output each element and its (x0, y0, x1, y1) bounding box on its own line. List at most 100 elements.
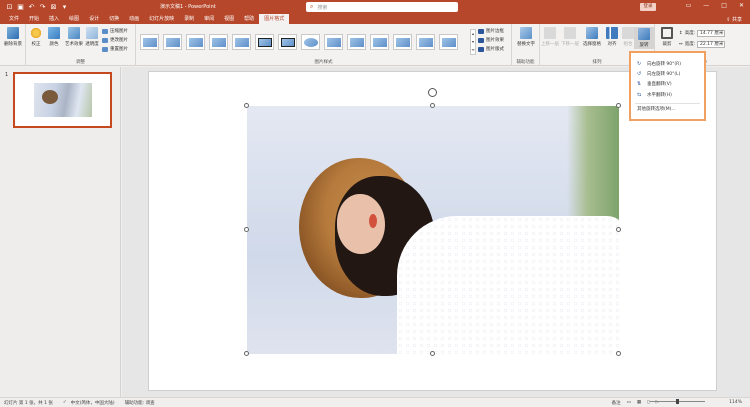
zoom-slider-thumb[interactable] (676, 399, 679, 404)
picture-style-preview (441, 37, 456, 47)
resize-handle-left[interactable] (244, 227, 249, 232)
remove-background-button[interactable]: 删除背景 (3, 27, 23, 47)
tab-7[interactable]: 幻灯片放映 (144, 14, 179, 24)
tab-6[interactable]: 动画 (124, 14, 144, 24)
send-backward-icon (564, 27, 576, 39)
resize-handle-top-right[interactable] (616, 103, 621, 108)
slide-thumbnail[interactable] (13, 72, 112, 128)
picture-border-button[interactable]: 图片边框 (478, 28, 504, 34)
selected-picture[interactable] (247, 106, 619, 354)
picture-style-preview (349, 37, 364, 47)
resize-handle-top-left[interactable] (244, 103, 249, 108)
color-button[interactable]: 颜色 (44, 27, 64, 47)
picture-style-12[interactable] (393, 34, 412, 50)
customize-toolbar-icon[interactable]: ▾ (61, 3, 68, 11)
resize-handle-bottom-left[interactable] (244, 351, 249, 356)
save-icon[interactable]: ▣ (17, 3, 24, 11)
more-rotation-options-label: 其他旋转选项(M)... (637, 107, 676, 112)
tab-0[interactable]: 文件 (4, 14, 24, 24)
remove-background-label: 删除背景 (4, 42, 22, 47)
tab-4[interactable]: 设计 (84, 14, 104, 24)
rotate-left-90-item[interactable]: ↺ 向左旋转 90°(L) (637, 71, 680, 77)
compress-pictures-button[interactable]: 压缩图片 (102, 28, 128, 34)
selection-pane-button[interactable]: 选择窗格 (580, 27, 604, 47)
picture-style-3[interactable] (186, 34, 205, 50)
picture-style-9[interactable] (324, 34, 343, 50)
tab-11[interactable]: 帮助 (239, 14, 259, 24)
flip-vertical-item[interactable]: ⇅ 垂直翻转(V) (637, 81, 672, 87)
send-backward-button[interactable]: 下移一层 (560, 27, 580, 47)
redo-icon[interactable]: ↷ (39, 3, 46, 11)
picture-lips (369, 214, 377, 228)
reset-picture-label: 重置图片 (110, 47, 128, 52)
title-bar: ⊡ ▣ ↶ ↷ ⊠ ▾ 演示文稿1 - PowerPoint ⌕ 搜索 登录 ▭… (0, 0, 750, 14)
picture-style-10[interactable] (347, 34, 366, 50)
picture-style-2[interactable] (163, 34, 182, 50)
maximize-icon[interactable]: □ (721, 2, 727, 9)
tab-3[interactable]: 绘图 (64, 14, 84, 24)
reset-picture-button[interactable]: 重置图片 (102, 46, 128, 52)
spellcheck-icon[interactable]: ✓ (63, 400, 67, 405)
picture-layout-button[interactable]: 图片版式 (478, 46, 504, 52)
picture-effects-button[interactable]: 图片效果 (478, 37, 504, 43)
height-input[interactable]: 14.77 厘米 (697, 30, 725, 37)
notes-button[interactable]: 备注 (612, 400, 621, 406)
tab-2[interactable]: 插入 (44, 14, 64, 24)
resize-handle-bottom-right[interactable] (616, 351, 621, 356)
picture-style-8[interactable] (301, 34, 320, 50)
tab-12[interactable]: 图片格式 (259, 14, 290, 24)
picture-sweater (397, 216, 619, 354)
reset-picture-icon (102, 46, 108, 52)
tab-8[interactable]: 录制 (179, 14, 199, 24)
tab-9[interactable]: 审阅 (199, 14, 219, 24)
picture-style-5[interactable] (232, 34, 251, 50)
rotation-handle[interactable] (428, 88, 437, 97)
gallery-scroll[interactable]: ▴ ▾ ≡ (470, 29, 476, 55)
bring-forward-button[interactable]: 上移一层 (540, 27, 560, 47)
share-button[interactable]: ⇪ 共享 (726, 16, 742, 23)
accessibility-status[interactable]: 辅助功能: 调查 (125, 400, 155, 406)
picture-style-14[interactable] (439, 34, 458, 50)
change-picture-button[interactable]: 更改图片 (102, 37, 128, 43)
picture-style-7[interactable] (278, 34, 297, 50)
more-rotation-options-item[interactable]: 其他旋转选项(M)... (637, 106, 676, 112)
flip-horizontal-icon: ⇆ (637, 91, 642, 98)
picture-style-11[interactable] (370, 34, 389, 50)
autosave-icon[interactable]: ⊡ (6, 3, 13, 11)
close-icon[interactable]: ✕ (739, 2, 744, 9)
resize-handle-right[interactable] (616, 227, 621, 232)
crop-button[interactable]: 裁剪 (657, 27, 677, 47)
undo-icon[interactable]: ↶ (28, 3, 35, 11)
width-input[interactable]: 22.17 厘米 (697, 41, 725, 48)
normal-view-icon[interactable]: ▭ (627, 400, 631, 405)
rotate-dropdown-menu: ↻ 向右旋转 90°(R) ↺ 向左旋转 90°(L) ⇅ 垂直翻转(V) ⇆ … (629, 51, 706, 121)
rotate-right-icon: ↻ (637, 60, 642, 67)
language-status[interactable]: 中文(简体，中国大陆) (71, 400, 115, 406)
tab-1[interactable]: 开始 (24, 14, 44, 24)
zoom-level[interactable]: 114% (729, 400, 742, 405)
flip-horizontal-item[interactable]: ⇆ 水平翻转(H) (637, 92, 672, 98)
start-from-beginning-icon[interactable]: ⊠ (50, 3, 57, 11)
ribbon-tabs: 文件 开始 插入 绘图 设计 切换 动画 幻灯片放映 录制 审阅 视图 帮助 图片格式 (0, 14, 750, 24)
ribbon-display-icon[interactable]: ▭ (686, 2, 692, 9)
rotate-icon (638, 28, 650, 40)
minimize-icon[interactable]: — (703, 2, 709, 9)
resize-handle-top[interactable] (430, 103, 435, 108)
rotate-button[interactable]: 旋转 (634, 27, 654, 49)
picture-face (337, 194, 385, 254)
transparency-button[interactable]: 透明度 (82, 27, 102, 47)
picture-style-1[interactable] (140, 34, 159, 50)
tab-5[interactable]: 切换 (104, 14, 124, 24)
slide-sorter-icon[interactable]: ▦ (637, 400, 641, 405)
resize-handle-bottom[interactable] (430, 351, 435, 356)
picture-style-4[interactable] (209, 34, 228, 50)
picture-style-6[interactable] (255, 34, 274, 50)
sign-in-button[interactable]: 登录 (640, 3, 656, 11)
search-box[interactable]: ⌕ 搜索 (306, 2, 458, 12)
rotate-right-90-item[interactable]: ↻ 向右旋转 90°(R) (637, 61, 681, 67)
compress-icon (102, 28, 108, 34)
corrections-button[interactable]: 校正 (26, 27, 46, 47)
tab-10[interactable]: 视图 (219, 14, 239, 24)
alt-text-button[interactable]: 替换文字 (516, 27, 536, 47)
picture-style-13[interactable] (416, 34, 435, 50)
